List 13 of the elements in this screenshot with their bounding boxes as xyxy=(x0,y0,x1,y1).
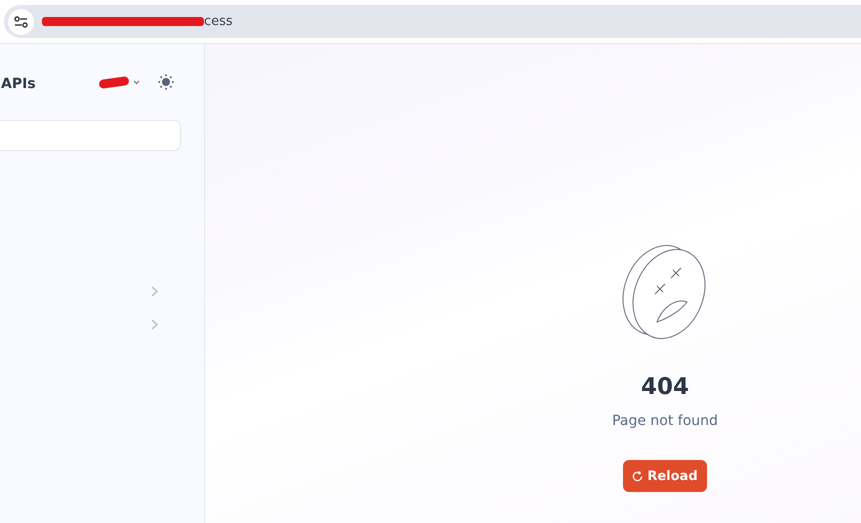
error-code: 404 xyxy=(640,374,689,400)
sliders-icon xyxy=(14,16,28,28)
sun-icon[interactable] xyxy=(158,74,174,90)
site-settings-button[interactable] xyxy=(8,8,34,34)
caret-icon[interactable] xyxy=(133,80,140,84)
url-text: cess xyxy=(204,14,233,29)
sidebar-title: APIs xyxy=(1,75,37,92)
address-bar[interactable]: cess xyxy=(4,5,861,38)
reload-button[interactable]: Reload xyxy=(623,460,707,492)
redaction-mark xyxy=(98,75,130,89)
refresh-icon xyxy=(632,470,644,482)
error-message: Page not found xyxy=(612,413,718,429)
search-field[interactable] xyxy=(0,120,181,151)
